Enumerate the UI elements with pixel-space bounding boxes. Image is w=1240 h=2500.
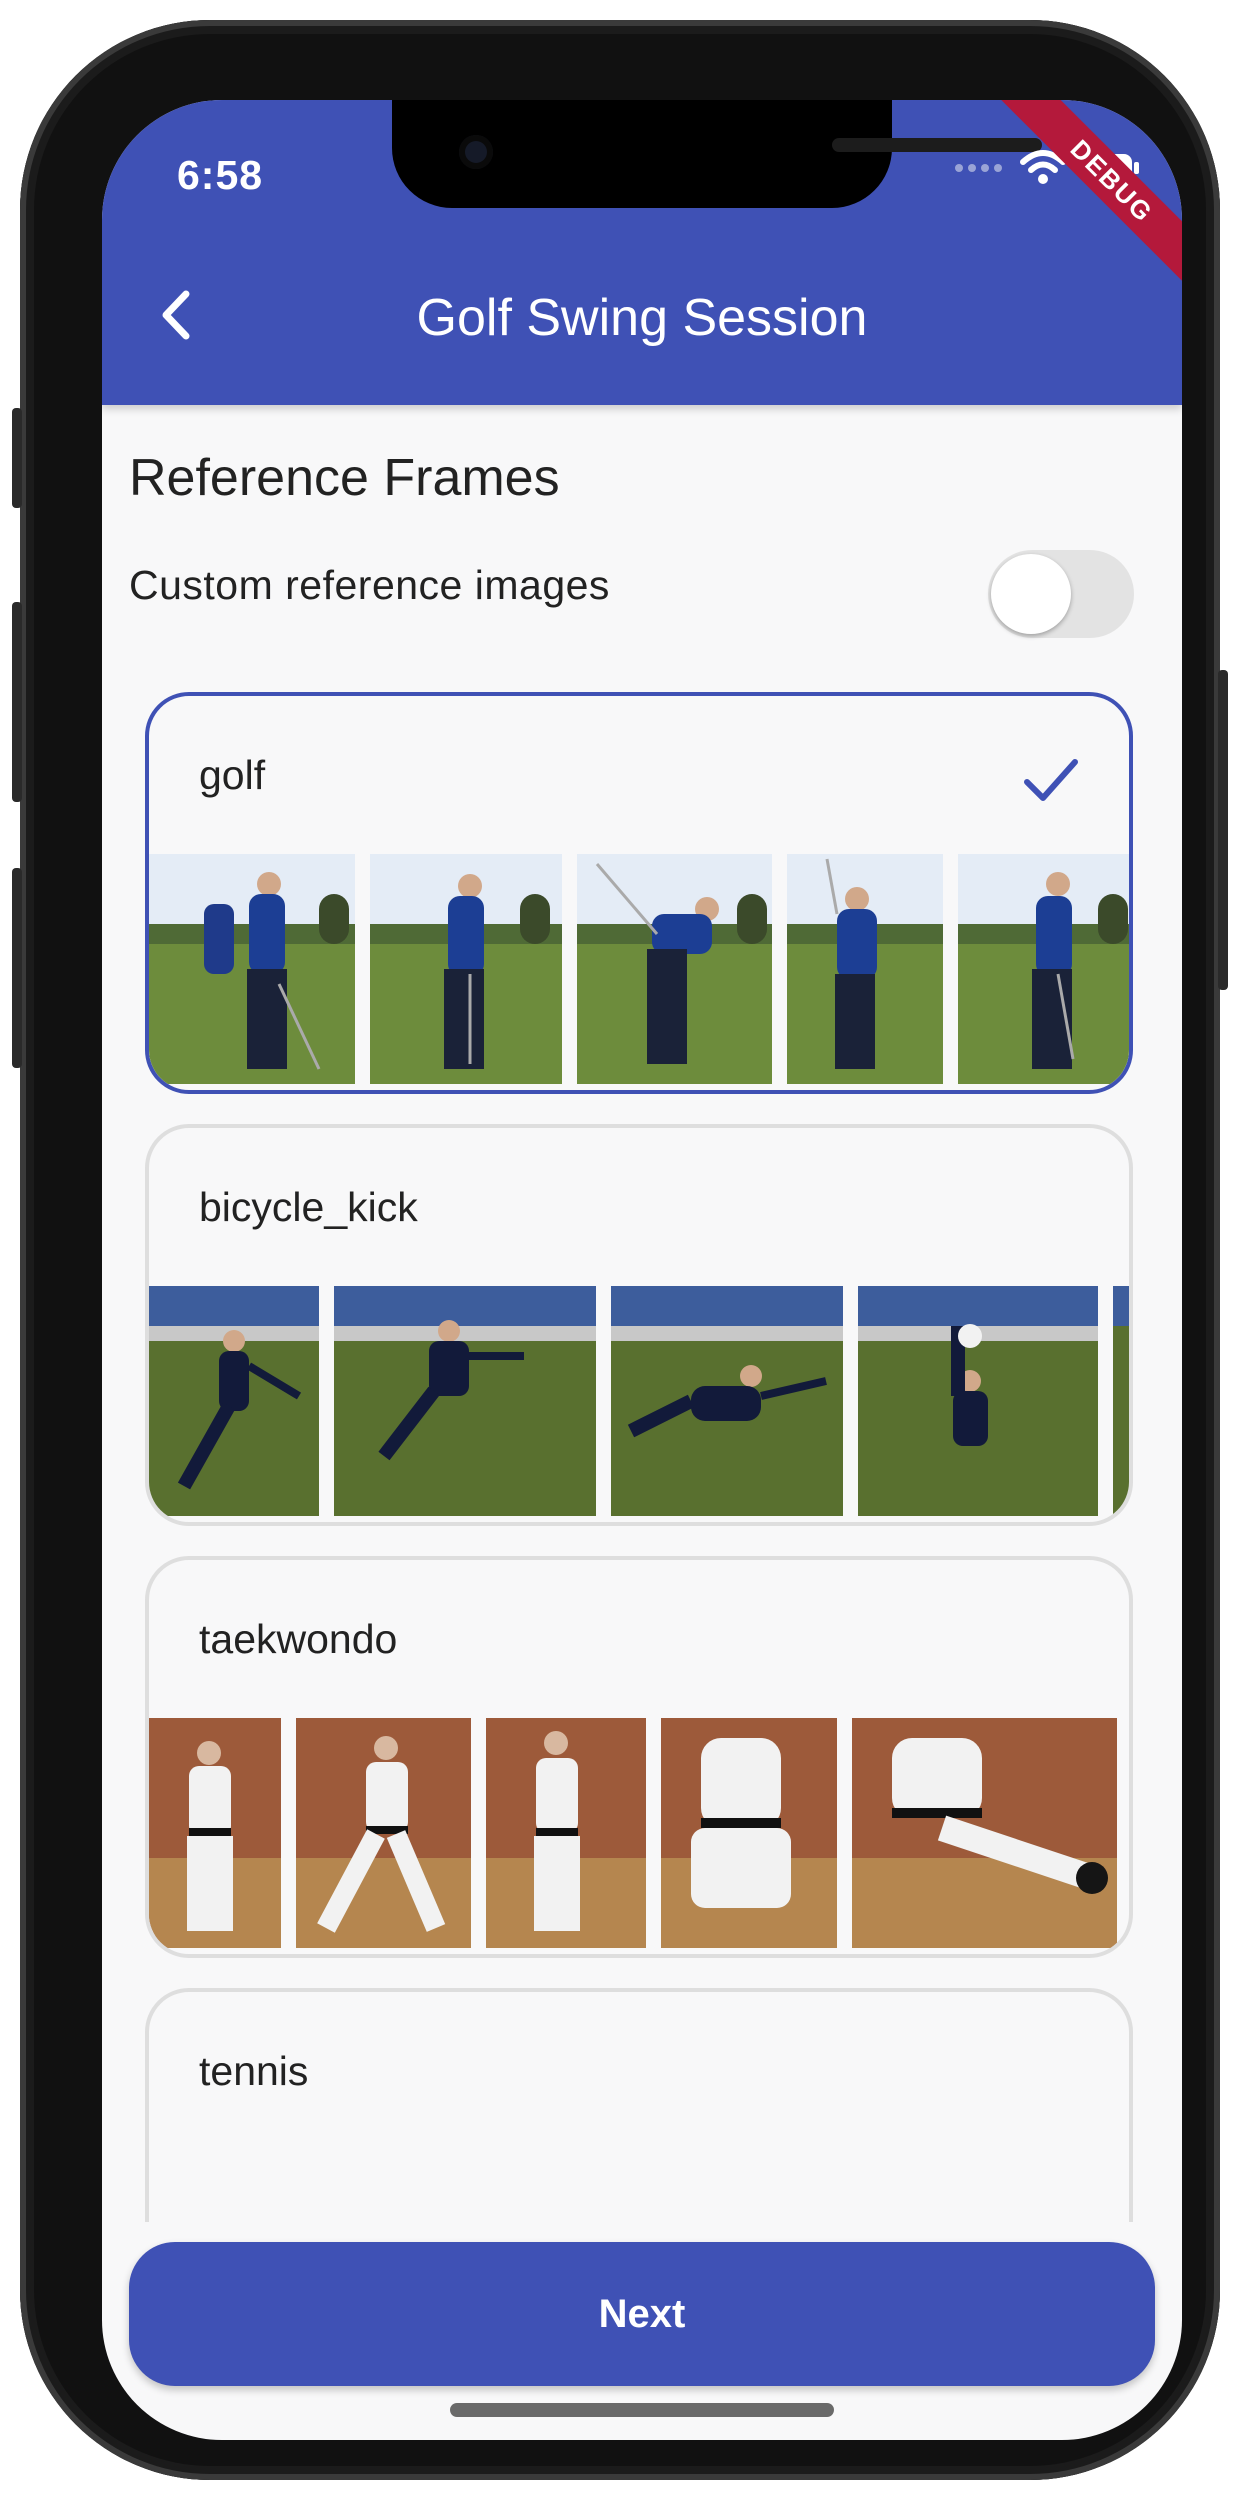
reference-card-title: taekwondo [199,1616,398,1662]
taekwondo-frame-image [661,1718,837,1948]
next-button[interactable]: Next [129,2242,1155,2386]
phone-frame: Reference Frames Custom reference images… [12,20,1228,2480]
taekwondo-frame-image [852,1718,1117,1948]
reference-card-title: bicycle_kick [199,1184,418,1230]
frame-strip [149,1286,1129,1516]
bicycle-kick-frame-image [858,1286,1098,1516]
custom-images-switch[interactable] [988,550,1134,638]
reference-card-title: golf [199,752,266,798]
taekwondo-frame-image [296,1718,471,1948]
status-time: 6:58 [177,152,264,198]
taekwondo-frame-image [486,1718,646,1948]
taekwondo-frame-image [1132,1718,1133,1948]
notch [392,100,1042,208]
front-camera [459,135,493,169]
bicycle-kick-frame-image [1113,1286,1129,1516]
golf-frame-image [370,854,562,1084]
volume-up-button [12,602,22,802]
reference-card-taekwondo[interactable]: taekwondo [145,1556,1133,1958]
app-bar: 6:58 DEBUG Golf Swing Session [102,100,1182,405]
taekwondo-frame-image [149,1718,281,1948]
frame-strip [149,854,1129,1084]
check-icon [1024,759,1078,801]
volume-down-button [12,868,22,1068]
custom-images-label: Custom reference images [129,562,610,608]
app-bar-title: Golf Swing Session [416,289,868,347]
switch-knob [991,554,1071,634]
debug-banner: DEBUG [991,100,1182,302]
golf-frame-image [787,854,943,1084]
home-indicator[interactable] [450,2403,834,2417]
bicycle-kick-frame-image [149,1286,319,1516]
reference-card-title: tennis [199,2048,309,2094]
power-button [1218,670,1228,990]
screen: Reference Frames Custom reference images… [102,100,1182,2440]
signal-dots-icon [955,164,1002,172]
reference-card-golf[interactable]: golf [145,692,1133,1094]
scroll-content[interactable]: Reference Frames Custom reference images… [102,100,1182,2222]
section-title: Reference Frames [129,449,560,507]
reference-card-bicycle-kick[interactable]: bicycle_kick [145,1124,1133,1526]
golf-frame-image [577,854,772,1084]
mute-switch [12,408,22,508]
bicycle-kick-frame-image [334,1286,596,1516]
frame-strip [149,1718,1129,1948]
golf-frame-image [149,854,355,1084]
reference-card-tennis[interactable]: tennis [145,1988,1133,2222]
golf-frame-image [958,854,1129,1084]
bicycle-kick-frame-image [611,1286,843,1516]
